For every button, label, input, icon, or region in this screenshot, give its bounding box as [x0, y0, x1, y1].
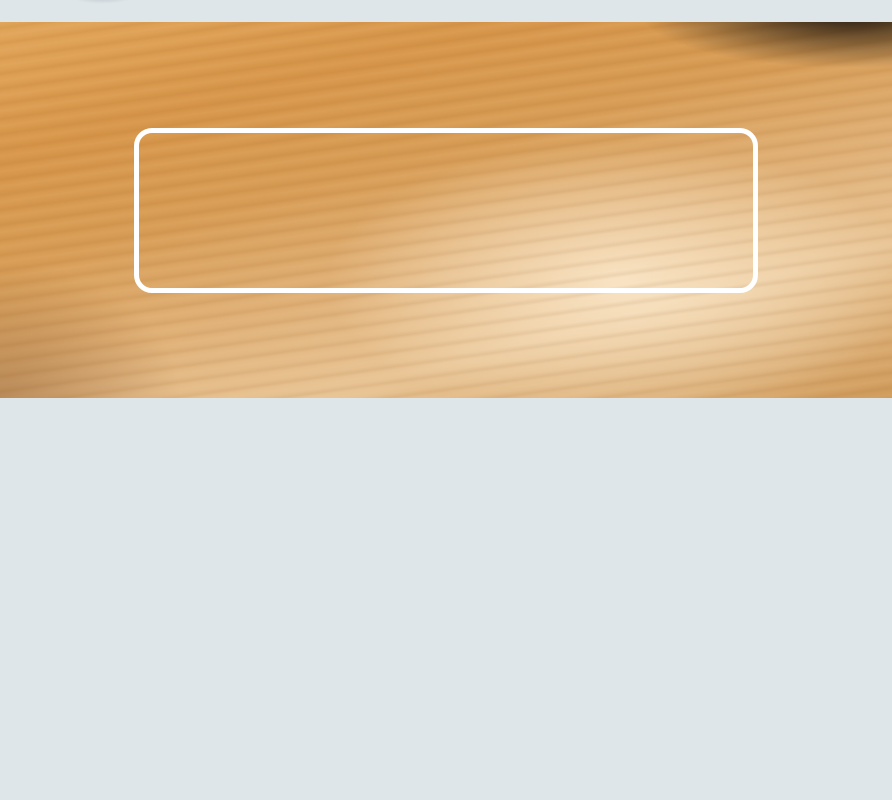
top-bar-shadow	[70, 0, 134, 4]
scan-frame	[134, 128, 758, 293]
camera-preview	[0, 22, 892, 398]
content-area	[0, 398, 892, 800]
top-bar	[0, 0, 892, 22]
